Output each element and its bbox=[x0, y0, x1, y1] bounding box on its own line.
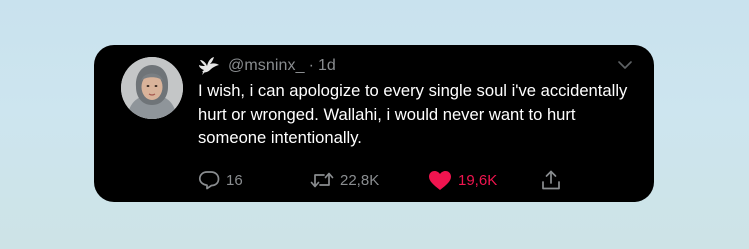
like-count: 19,6K bbox=[458, 171, 498, 189]
retweet-button[interactable]: 22,8K bbox=[310, 169, 379, 191]
tweet-time[interactable]: 1d bbox=[318, 57, 336, 75]
reply-icon bbox=[198, 171, 220, 190]
user-handle[interactable]: @msninx_ bbox=[228, 57, 305, 75]
avatar[interactable] bbox=[121, 57, 183, 119]
tweet-card[interactable]: @msninx_ · 1d I wish, i can apologize to… bbox=[94, 45, 654, 202]
heart-icon bbox=[429, 170, 451, 190]
dove-icon bbox=[199, 57, 219, 75]
reply-count: 16 bbox=[226, 171, 243, 189]
tweet-actions: 16 22,8K 19,6K bbox=[198, 169, 638, 191]
share-button[interactable] bbox=[540, 169, 568, 191]
tweet-header: @msninx_ · 1d bbox=[198, 55, 336, 77]
tweet-text: I wish, i can apologize to every single … bbox=[198, 81, 628, 147]
retweet-icon bbox=[310, 172, 334, 188]
chevron-down-icon[interactable] bbox=[618, 60, 632, 70]
avatar-photo bbox=[121, 57, 183, 119]
share-icon bbox=[542, 170, 560, 190]
retweet-count: 22,8K bbox=[340, 171, 380, 189]
like-button[interactable]: 19,6K bbox=[428, 169, 497, 191]
separator-dot: · bbox=[308, 57, 314, 74]
reply-button[interactable]: 16 bbox=[198, 169, 243, 191]
